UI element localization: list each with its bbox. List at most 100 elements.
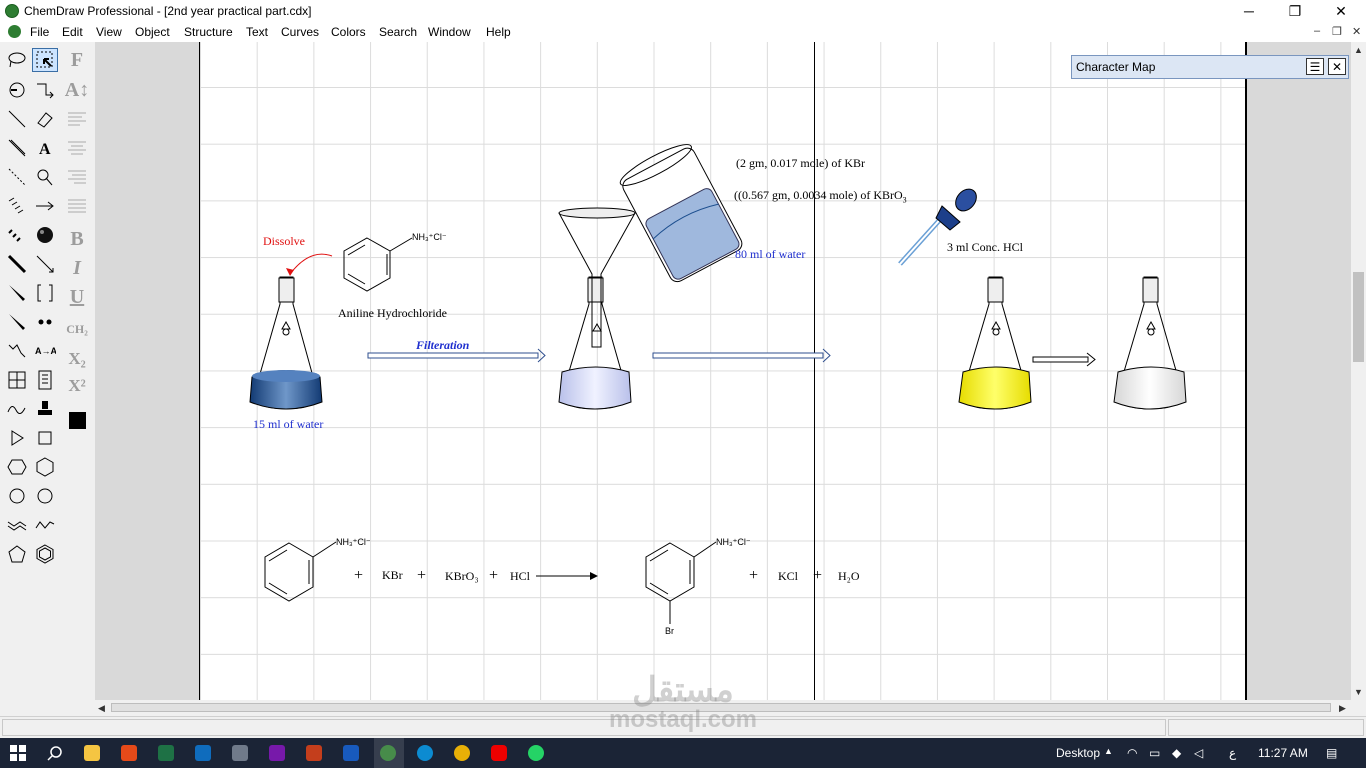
bracket-icon[interactable]	[32, 281, 58, 305]
align-right-icon[interactable]	[64, 165, 90, 189]
subscript-glyph[interactable]: X₂	[64, 347, 90, 371]
edge-icon[interactable]	[417, 745, 433, 761]
table-icon[interactable]	[4, 368, 30, 392]
minimize-button[interactable]: ─	[1226, 0, 1272, 22]
charge-dots-icon[interactable]	[32, 310, 58, 334]
battery-icon[interactable]: ▭	[1149, 746, 1160, 760]
superscript-glyph[interactable]: X²	[64, 374, 90, 398]
powerpoint-icon[interactable]	[306, 745, 322, 761]
scroll-up-icon[interactable]: ▲	[1354, 45, 1363, 55]
cyclohexane-2-icon[interactable]	[32, 484, 58, 508]
cyclohexane-icon[interactable]	[32, 455, 58, 479]
document-page[interactable]: Dissolve NH₃⁺Cl⁻ Aniline Hydrochloride 1…	[199, 42, 1247, 700]
character-map-window[interactable]: Character Map ☰ ✕	[1071, 55, 1349, 79]
menu-text[interactable]: Text	[246, 25, 268, 39]
bold-dashed-icon[interactable]	[4, 223, 30, 247]
menu-window[interactable]: Window	[428, 25, 471, 39]
menu-curves[interactable]: Curves	[281, 25, 319, 39]
menu-view[interactable]: View	[96, 25, 122, 39]
search-icon[interactable]	[47, 745, 63, 761]
lasso-icon[interactable]	[4, 48, 30, 72]
vertical-scrollbar[interactable]: ▲ ▼	[1351, 42, 1366, 716]
rectangle-icon[interactable]	[32, 426, 58, 450]
whatsapp-icon[interactable]	[528, 745, 544, 761]
menu-colors[interactable]: Colors	[331, 25, 366, 39]
sphere-icon[interactable]	[32, 223, 58, 247]
close-button[interactable]: ✕	[1318, 0, 1364, 22]
restore-button[interactable]: ❐	[1272, 0, 1318, 22]
pentagon-icon[interactable]	[4, 542, 30, 566]
mdi-restore-button[interactable]: ❐	[1332, 25, 1342, 38]
outlook-icon[interactable]	[195, 745, 211, 761]
arrow-icon[interactable]	[32, 194, 58, 218]
structure-perspective-icon[interactable]	[32, 78, 58, 102]
character-map-close-button[interactable]: ✕	[1328, 58, 1346, 75]
mapping-icon[interactable]: A→A	[32, 339, 58, 363]
hollow-wedge-icon[interactable]	[4, 310, 30, 334]
bold-bond-icon[interactable]	[4, 252, 30, 276]
font-style-f-glyph[interactable]: F	[64, 48, 90, 72]
chain-icon[interactable]	[4, 339, 30, 363]
menu-search[interactable]: Search	[379, 25, 417, 39]
orbital-icon[interactable]	[32, 165, 58, 189]
bold-glyph[interactable]: B	[64, 227, 90, 251]
marquee-select-icon[interactable]	[32, 48, 58, 72]
cyclopentane-icon[interactable]	[4, 455, 30, 479]
file-explorer-icon[interactable]	[84, 745, 100, 761]
menu-structure[interactable]: Structure	[184, 25, 233, 39]
language-indicator[interactable]: ع	[1229, 746, 1236, 760]
chrome-icon[interactable]	[454, 745, 470, 761]
stamp-icon[interactable]	[32, 397, 58, 421]
wedged-bond-icon[interactable]	[32, 252, 58, 276]
menu-object[interactable]: Object	[135, 25, 170, 39]
tray-overflow-icon[interactable]: ▲	[1104, 746, 1113, 756]
office-icon[interactable]	[121, 745, 137, 761]
menu-edit[interactable]: Edit	[62, 25, 83, 39]
mdi-close-button[interactable]: ✕	[1352, 25, 1361, 38]
curve-icon[interactable]	[4, 397, 30, 421]
italic-glyph[interactable]: I	[64, 256, 90, 280]
wedge-bond-icon[interactable]	[4, 136, 30, 160]
calculator-icon[interactable]	[232, 745, 248, 761]
play-icon[interactable]	[4, 426, 30, 450]
dashed-bond-icon[interactable]	[4, 165, 30, 189]
character-map-menu-button[interactable]: ☰	[1306, 58, 1324, 75]
benzene-icon[interactable]	[32, 542, 58, 566]
formula-glyph[interactable]: CH₂	[64, 317, 90, 341]
clock[interactable]: 11:27 AM	[1258, 746, 1308, 760]
menu-help[interactable]: Help	[486, 25, 511, 39]
onenote-icon[interactable]	[269, 745, 285, 761]
eraser-icon[interactable]	[32, 107, 58, 131]
underline-glyph[interactable]: U	[64, 285, 90, 309]
align-center-icon[interactable]	[64, 136, 90, 160]
scroll-down-icon[interactable]: ▼	[1354, 687, 1363, 697]
volume-icon[interactable]: ◁	[1194, 746, 1203, 760]
bold-wedge-icon[interactable]	[4, 281, 30, 305]
cyclooctane-icon[interactable]	[32, 513, 58, 537]
justify-icon[interactable]	[64, 194, 90, 218]
mdi-minimize-button[interactable]: –	[1314, 25, 1320, 37]
rotate-icon[interactable]	[4, 78, 30, 102]
document-icon[interactable]	[8, 25, 21, 38]
notification-icon[interactable]: ▤	[1326, 746, 1337, 760]
wifi-icon[interactable]: ◠	[1127, 746, 1137, 760]
excel-icon[interactable]	[158, 745, 174, 761]
start-icon[interactable]	[10, 745, 26, 761]
word-icon[interactable]	[343, 745, 359, 761]
scroll-left-icon[interactable]: ◀	[98, 703, 105, 714]
cycloheptane-icon[interactable]	[4, 513, 30, 537]
defender-icon[interactable]: ◆	[1172, 746, 1181, 760]
scroll-right-icon[interactable]: ▶	[1339, 703, 1346, 714]
align-left-icon[interactable]	[64, 107, 90, 131]
desktop-toolbar[interactable]: Desktop	[1056, 746, 1100, 760]
bond-icon[interactable]	[4, 107, 30, 131]
template-icon[interactable]	[32, 368, 58, 392]
text-tool-icon[interactable]: A	[32, 136, 58, 160]
youtube-icon[interactable]	[491, 745, 507, 761]
vertical-scroll-thumb[interactable]	[1353, 272, 1364, 362]
menu-file[interactable]: File	[30, 25, 49, 39]
hashed-bond-icon[interactable]	[4, 194, 30, 218]
font-size-glyph[interactable]: A↕	[64, 78, 90, 102]
cyclopentane-2-icon[interactable]	[4, 484, 30, 508]
color-swatch[interactable]	[64, 408, 90, 432]
